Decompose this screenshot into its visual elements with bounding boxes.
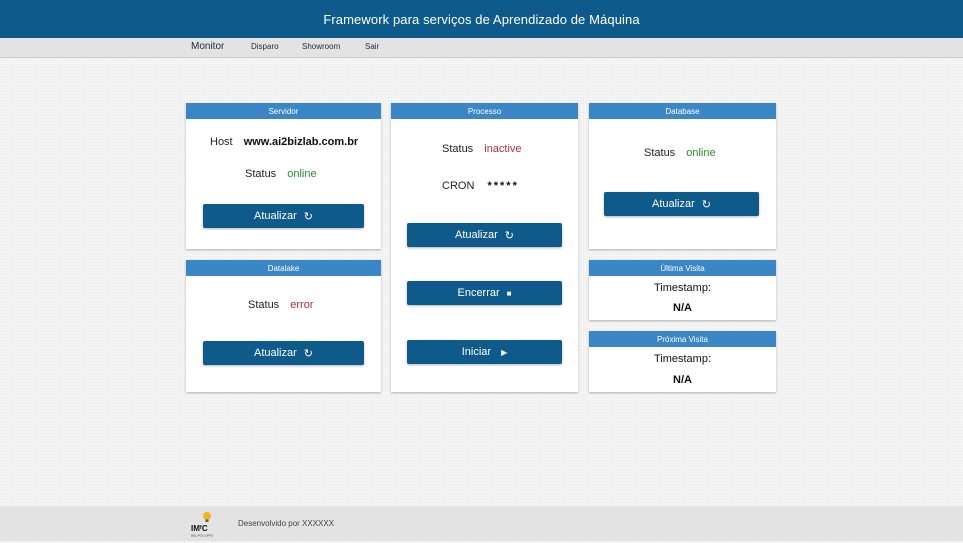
datalake-status-row: Status error [248,299,313,311]
button-label: Iniciar [461,346,492,358]
timestamp-value: N/A [673,302,692,314]
button-label: Encerrar [457,287,500,299]
processo-cron-row: CRON ***** [442,180,519,192]
timestamp-label: Timestamp: [653,353,712,365]
nav-disparo[interactable]: Disparo [251,42,279,51]
status-label: Status [248,299,280,311]
button-label: Atualizar [651,198,695,210]
database-card: Database Status online Atualizar ↻ [589,103,776,249]
servidor-card-title: Servidor [186,103,381,119]
timestamp-value: N/A [673,374,692,386]
app-title: Framework para serviços de Aprendizado d… [323,11,640,27]
button-label: Atualizar [253,210,297,222]
database-status-row: Status online [644,147,716,159]
status-label: Status [644,147,676,159]
nav-bar: Monitor Disparo Showroom Sair [0,38,963,58]
play-icon: ▶ [501,347,508,357]
nav-sair[interactable]: Sair [365,42,379,51]
status-value: online [686,147,716,159]
datalake-card-title: Datalake [186,260,381,276]
servidor-host-row: Host www.ai2bizlab.com.br [210,136,358,148]
ultima-visita-card: Última Visita Timestamp: N/A [589,260,776,320]
database-atualizar-button[interactable]: Atualizar ↻ [604,192,759,216]
datalake-card: Datalake Status error Atualizar ↻ [186,260,381,392]
processo-card-title: Processo [391,103,578,119]
nav-showroom[interactable]: Showroom [302,42,340,51]
button-label: Atualizar [253,347,297,359]
servidor-status-row: Status online [245,168,317,180]
logo-subtext: DEL.POLI.UFRJ [191,534,214,538]
host-label: Host [210,136,233,148]
servidor-atualizar-button[interactable]: Atualizar ↻ [203,204,364,228]
status-label: Status [245,168,277,180]
processo-atualizar-button[interactable]: Atualizar ↻ [407,223,562,247]
processo-encerrar-button[interactable]: Encerrar ■ [407,281,562,305]
footer-credit: Desenvolvido por XXXXXX [238,519,335,528]
app-header: Framework para serviços de Aprendizado d… [0,0,963,38]
status-value: inactive [484,143,522,155]
status-value: error [290,299,314,311]
database-card-title: Database [589,103,776,119]
refresh-icon: ↻ [504,229,514,242]
nav-monitor[interactable]: Monitor [191,41,224,52]
imfc-logo: IMᶠC DEL.POLI.UFRJ [190,510,220,538]
refresh-icon: ↻ [303,347,313,360]
stop-icon: ■ [506,288,512,298]
ultima-visita-title: Última Visita [589,260,776,276]
servidor-card: Servidor Host www.ai2bizlab.com.br Statu… [186,103,381,249]
logo-text: IMᶠC [191,524,208,533]
refresh-icon: ↻ [303,210,313,223]
footer: IMᶠC DEL.POLI.UFRJ Desenvolvido por XXXX… [0,506,963,541]
processo-iniciar-button[interactable]: Iniciar ▶ [407,340,562,364]
timestamp-label: Timestamp: [653,282,712,294]
datalake-atualizar-button[interactable]: Atualizar ↻ [203,341,364,365]
status-value: online [287,168,317,180]
processo-status-row: Status inactive [442,143,522,155]
button-label: Atualizar [454,229,498,241]
cron-label: CRON [442,180,475,192]
host-value: www.ai2bizlab.com.br [243,136,359,148]
processo-card: Processo Status inactive CRON ***** Atua… [391,103,578,392]
proxima-visita-title: Próxima Visita [589,331,776,347]
cron-value: ***** [487,180,519,192]
proxima-visita-card: Próxima Visita Timestamp: N/A [589,331,776,392]
lightbulb-icon: IMᶠC DEL.POLI.UFRJ [191,512,214,538]
status-label: Status [442,143,474,155]
refresh-icon: ↻ [701,198,711,211]
